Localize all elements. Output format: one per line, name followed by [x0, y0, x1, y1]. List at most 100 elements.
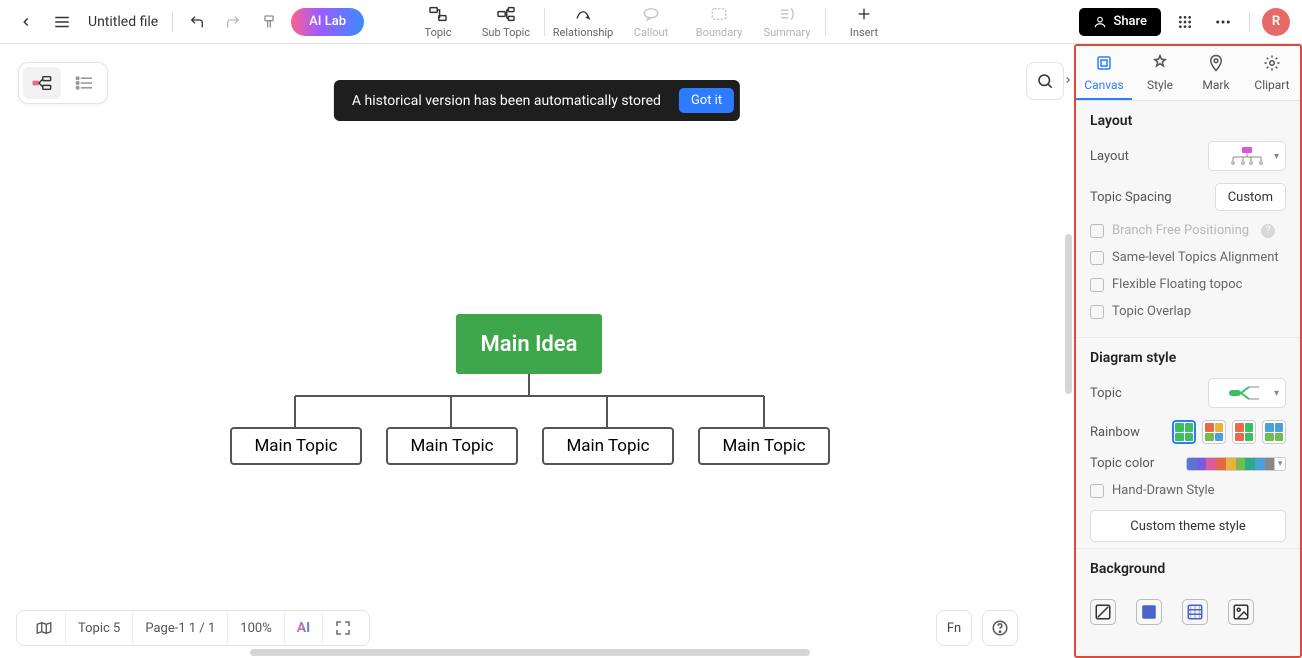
view-outline-button[interactable]: [65, 67, 103, 99]
tool-topic-label: Topic: [425, 26, 452, 39]
ai-lab-label: AI Lab: [309, 14, 346, 29]
toast-gotit-button[interactable]: Got it: [679, 88, 734, 113]
view-mindmap-button[interactable]: [23, 67, 61, 99]
back-button[interactable]: [12, 8, 40, 36]
toast-notification: A historical version has been automatica…: [334, 80, 740, 121]
topic-icon: [428, 4, 448, 24]
search-button[interactable]: [1026, 62, 1064, 100]
checkbox-icon: [1090, 305, 1104, 319]
plus-icon: [856, 4, 872, 24]
check-same-level[interactable]: Same-level Topics Alignment: [1090, 250, 1286, 265]
ai-lab-button[interactable]: AI Lab: [291, 8, 364, 36]
outline-view-icon: [74, 75, 94, 91]
section-heading-background: Background: [1090, 561, 1286, 577]
section-heading-diagram: Diagram style: [1090, 350, 1286, 366]
ai-button[interactable]: AI: [285, 611, 324, 645]
check-same-level-label: Same-level Topics Alignment: [1112, 250, 1279, 265]
status-bar: Topic 5 Page-1 1 / 1 100% AI Fn: [16, 610, 1018, 646]
rainbow-swatch-2[interactable]: [1202, 420, 1226, 444]
toast-message: A historical version has been automatica…: [352, 93, 661, 109]
tool-callout-label: Callout: [634, 26, 668, 39]
fn-button[interactable]: Fn: [936, 610, 972, 646]
boundary-icon: [710, 4, 728, 24]
page-indicator[interactable]: Page-1 1 / 1: [133, 611, 228, 645]
checkbox-icon: [1090, 251, 1104, 265]
bg-option-pattern[interactable]: [1182, 599, 1208, 625]
tool-subtopic-label: Sub Topic: [482, 26, 530, 39]
share-label: Share: [1113, 14, 1147, 29]
tool-boundary[interactable]: Boundary: [685, 4, 753, 39]
chevron-down-icon: ▾: [1274, 388, 1279, 399]
rainbow-swatch-4[interactable]: [1262, 420, 1286, 444]
tab-canvas[interactable]: Canvas: [1076, 46, 1132, 100]
check-topic-overlap[interactable]: Topic Overlap: [1090, 304, 1286, 319]
toolbar-separator: [544, 8, 545, 36]
rainbow-swatch-1[interactable]: [1172, 420, 1196, 444]
tool-summary[interactable]: Summary: [753, 4, 821, 39]
fullscreen-button[interactable]: [323, 611, 363, 645]
tab-mark[interactable]: Mark: [1188, 46, 1244, 100]
mindmap-child-label: Main Topic: [722, 436, 805, 456]
mindmap-child-node[interactable]: Main Topic: [386, 427, 518, 465]
rainbow-swatch-3[interactable]: [1232, 420, 1256, 444]
bg-option-image[interactable]: [1228, 599, 1254, 625]
layout-thumb-icon: [1225, 145, 1269, 167]
check-hand-drawn[interactable]: Hand-Drawn Style: [1090, 483, 1286, 498]
custom-theme-button[interactable]: Custom theme style: [1090, 510, 1286, 542]
panel-toggle-button[interactable]: [1060, 68, 1074, 92]
check-branch-free[interactable]: Branch Free Positioning ?: [1090, 223, 1286, 238]
apps-button[interactable]: [1171, 8, 1199, 36]
diagram-topic-select[interactable]: ▾: [1208, 378, 1286, 408]
mindmap-root-node[interactable]: Main Idea: [456, 314, 602, 374]
share-button[interactable]: Share: [1079, 8, 1161, 36]
tool-topic[interactable]: Topic: [404, 4, 472, 39]
file-title[interactable]: Untitled file: [84, 14, 162, 30]
chevron-down-icon: ▾: [1274, 151, 1279, 162]
vertical-scrollbar[interactable]: [1065, 234, 1072, 394]
tool-relationship[interactable]: Relationship: [549, 4, 617, 39]
tool-subtopic[interactable]: Sub Topic: [472, 4, 540, 39]
map-icon: [35, 620, 53, 636]
redo-button[interactable]: [219, 8, 247, 36]
ellipsis-icon: [1214, 13, 1232, 31]
help-button[interactable]: [982, 610, 1018, 646]
map-overview-button[interactable]: [23, 611, 66, 645]
toast-button-label: Got it: [691, 93, 722, 108]
topic-spacing-label: Topic Spacing: [1090, 190, 1172, 205]
mindmap-child-node[interactable]: Main Topic: [230, 427, 362, 465]
bg-solid-icon: [1140, 603, 1158, 621]
clipart-icon: [1263, 54, 1281, 76]
canvas[interactable]: A historical version has been automatica…: [0, 44, 1074, 658]
format-painter-button[interactable]: [255, 8, 283, 36]
tool-callout[interactable]: Callout: [617, 4, 685, 39]
mindmap-root-label: Main Idea: [481, 332, 578, 357]
mindmap-child-label: Main Topic: [254, 436, 337, 456]
check-flex-float-label: Flexible Floating topoc: [1112, 277, 1242, 292]
tool-insert[interactable]: Insert: [830, 4, 898, 39]
layout-select[interactable]: ▾: [1208, 141, 1286, 171]
topic-count[interactable]: Topic 5: [66, 611, 133, 645]
topic-color-select[interactable]: ▾: [1186, 457, 1286, 471]
menu-button[interactable]: [48, 8, 76, 36]
bg-option-none[interactable]: [1090, 599, 1116, 625]
divider: [1249, 12, 1250, 32]
bg-option-solid[interactable]: [1136, 599, 1162, 625]
tab-style-label: Style: [1147, 78, 1173, 92]
chevron-right-icon: [1063, 73, 1073, 87]
custom-theme-label: Custom theme style: [1130, 519, 1246, 534]
undo-button[interactable]: [183, 8, 211, 36]
zoom-level[interactable]: 100%: [228, 611, 284, 645]
user-avatar[interactable]: R: [1262, 8, 1290, 36]
view-toggle: [18, 62, 108, 104]
check-flex-float[interactable]: Flexible Floating topoc: [1090, 277, 1286, 292]
tab-style[interactable]: Style: [1132, 46, 1188, 100]
mark-icon: [1207, 54, 1225, 76]
mindmap-child-node[interactable]: Main Topic: [698, 427, 830, 465]
more-button[interactable]: [1209, 8, 1237, 36]
tab-clipart[interactable]: Clipart: [1244, 46, 1300, 100]
diagram-topic-label: Topic: [1090, 386, 1122, 401]
mindmap-child-node[interactable]: Main Topic: [542, 427, 674, 465]
tool-insert-label: Insert: [850, 26, 878, 39]
horizontal-scrollbar[interactable]: [250, 649, 810, 656]
topic-spacing-button[interactable]: Custom: [1215, 183, 1286, 211]
